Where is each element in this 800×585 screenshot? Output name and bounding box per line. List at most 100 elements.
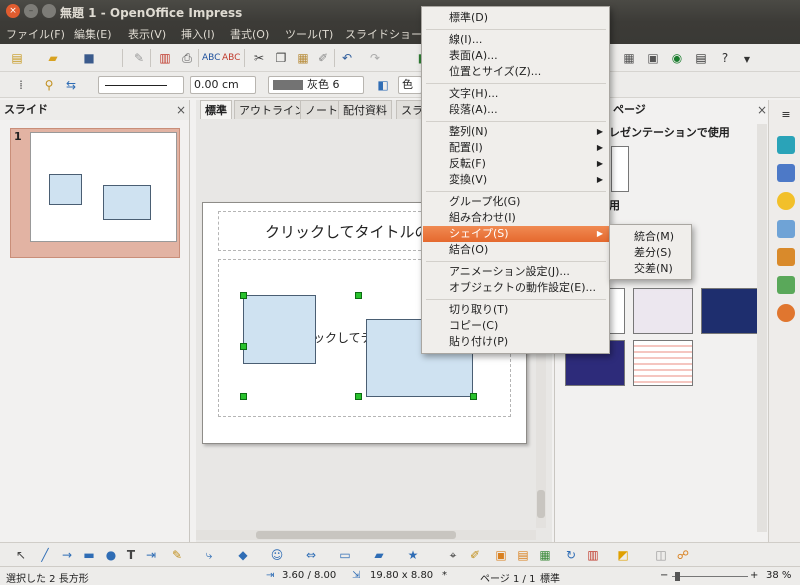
glue-points-icon[interactable]: ✐ bbox=[466, 546, 484, 564]
extrusion-icon[interactable]: ◫ bbox=[652, 546, 670, 564]
submenu-item-intersect[interactable]: 交差(N) bbox=[634, 260, 673, 276]
basic-shapes-icon[interactable]: ◆ bbox=[234, 546, 252, 564]
menu-edit[interactable]: 編集(E) bbox=[74, 26, 112, 42]
redo-icon[interactable]: ↷ bbox=[366, 49, 384, 67]
connectors-icon[interactable]: ⤷ bbox=[200, 546, 218, 564]
selection-handle[interactable] bbox=[355, 393, 362, 400]
ellipse-tool-icon[interactable]: ● bbox=[102, 546, 120, 564]
line-style-select[interactable] bbox=[98, 76, 184, 94]
submenu-item-subtract[interactable]: 差分(S) bbox=[634, 244, 672, 260]
gallery-sidebar-icon[interactable] bbox=[777, 276, 795, 294]
menu-item-cut[interactable]: 切り取り(T) bbox=[423, 302, 609, 318]
close-slides-panel-icon[interactable]: × bbox=[176, 103, 186, 117]
area-style-select[interactable]: 色 bbox=[398, 76, 422, 94]
menu-item-paste[interactable]: 貼り付け(P) bbox=[423, 334, 609, 350]
toolbar-overflow-icon[interactable]: ▼ bbox=[738, 51, 756, 69]
master-panel-scrollbar[interactable] bbox=[757, 124, 767, 532]
menu-item-flip[interactable]: 反転(F) ▶ bbox=[423, 156, 609, 172]
navigator-sidebar-icon[interactable] bbox=[777, 304, 795, 322]
rectangle-tool-icon[interactable]: ▬ bbox=[80, 546, 98, 564]
block-arrows-icon[interactable]: ⇔ bbox=[302, 546, 320, 564]
zoom-in-button[interactable]: + bbox=[750, 570, 758, 581]
alignment-icon[interactable]: ▥ bbox=[584, 546, 602, 564]
selection-handle[interactable] bbox=[240, 292, 247, 299]
copy-icon[interactable]: ❐ bbox=[272, 49, 290, 67]
vertical-scroll-thumb[interactable] bbox=[537, 490, 545, 518]
menu-item-interaction[interactable]: オブジェクトの動作設定(E)... bbox=[423, 280, 609, 296]
zoom-slider[interactable] bbox=[672, 572, 748, 581]
menu-item-copy[interactable]: コピー(C) bbox=[423, 318, 609, 334]
arrow-line-tool-icon[interactable]: → bbox=[58, 546, 76, 564]
new-document-icon[interactable]: ▤ bbox=[8, 49, 26, 67]
gallery-toggle-icon[interactable]: ▦ bbox=[536, 546, 554, 564]
interaction-icon[interactable]: ☍ bbox=[674, 546, 692, 564]
tab-normal[interactable]: 標準 bbox=[200, 100, 232, 119]
arrow-style-icon[interactable]: ⇆ bbox=[62, 76, 80, 94]
points-icon[interactable]: ⌖ bbox=[444, 546, 462, 564]
stars-icon[interactable]: ★ bbox=[404, 546, 422, 564]
navigator-icon[interactable]: ◉ bbox=[668, 49, 686, 67]
slide-thumbnail[interactable] bbox=[30, 132, 177, 242]
menu-insert[interactable]: 挿入(I) bbox=[181, 26, 215, 42]
sidebar-menu-icon[interactable]: ≡ bbox=[777, 106, 795, 124]
flowchart-icon[interactable]: ▭ bbox=[336, 546, 354, 564]
menu-item-shapes[interactable]: シェイプ(S) ▶ bbox=[423, 226, 609, 242]
selection-handle[interactable] bbox=[355, 292, 362, 299]
print-icon[interactable]: ⎙ bbox=[178, 49, 196, 67]
line-color-select[interactable]: 灰色 6 bbox=[268, 76, 364, 94]
master-thumbnail-lavender[interactable] bbox=[633, 288, 693, 334]
select-arrow-icon[interactable]: ↖ bbox=[12, 546, 30, 564]
menu-format[interactable]: 書式(O) bbox=[230, 26, 269, 42]
menu-item-alignment[interactable]: 配置(I) ▶ bbox=[423, 140, 609, 156]
menu-item-default[interactable]: 標準(D) bbox=[423, 10, 609, 26]
tab-notes[interactable]: ノート bbox=[300, 100, 343, 119]
status-zoom[interactable]: 38 % bbox=[766, 570, 791, 581]
arrange-icon[interactable]: ◩ bbox=[614, 546, 632, 564]
menu-item-arrange[interactable]: 整列(N) ▶ bbox=[423, 124, 609, 140]
line-tool-icon[interactable]: ╱ bbox=[36, 546, 54, 564]
menu-file[interactable]: ファイル(F) bbox=[6, 26, 65, 42]
undo-icon[interactable]: ↶ bbox=[338, 49, 356, 67]
horizontal-scrollbar[interactable] bbox=[196, 530, 536, 540]
minimize-window-icon[interactable]: – bbox=[24, 4, 38, 18]
menu-item-combine[interactable]: 組み合わせ(I) bbox=[423, 210, 609, 226]
menu-tools[interactable]: ツール(T) bbox=[285, 26, 333, 42]
submenu-item-merge[interactable]: 統合(M) bbox=[634, 228, 674, 244]
gallery-icon[interactable]: ▤ bbox=[692, 49, 710, 67]
menu-item-line[interactable]: 線(I)... bbox=[423, 32, 609, 48]
area-fill-icon[interactable]: ◧ bbox=[374, 76, 392, 94]
line-width-field[interactable]: 0.00 cm bbox=[190, 76, 256, 94]
menu-item-position-size[interactable]: 位置とサイズ(Z)... bbox=[423, 64, 609, 80]
slideshow-icon[interactable]: ▣ bbox=[644, 49, 662, 67]
layouts-icon[interactable] bbox=[777, 164, 795, 182]
zoom-out-button[interactable]: − bbox=[660, 570, 668, 581]
menu-item-area[interactable]: 表面(A)... bbox=[423, 48, 609, 64]
clone-formatting-icon[interactable]: ✐ bbox=[314, 49, 332, 67]
master-thumbnail-blue[interactable] bbox=[701, 288, 761, 334]
text-tool-icon[interactable]: T bbox=[122, 546, 140, 564]
maximize-window-icon[interactable] bbox=[42, 4, 56, 18]
rotate-icon[interactable]: ↻ bbox=[562, 546, 580, 564]
rectangle-shape-1[interactable] bbox=[243, 295, 316, 364]
symbol-shapes-icon[interactable]: ☺ bbox=[268, 546, 286, 564]
paste-icon[interactable]: ▦ bbox=[294, 49, 312, 67]
slide-transition-icon[interactable] bbox=[777, 220, 795, 238]
styles-icon[interactable] bbox=[777, 248, 795, 266]
properties-icon[interactable] bbox=[777, 136, 795, 154]
zoom-slider-thumb[interactable] bbox=[675, 572, 680, 581]
close-master-pages-icon[interactable]: × bbox=[757, 103, 767, 117]
menu-item-paragraph[interactable]: 段落(A)... bbox=[423, 102, 609, 118]
table-icon[interactable]: ▦ bbox=[620, 49, 638, 67]
selection-handle[interactable] bbox=[470, 393, 477, 400]
save-icon[interactable]: ■ bbox=[80, 49, 98, 67]
cut-icon[interactable]: ✂ bbox=[250, 49, 268, 67]
menu-item-group[interactable]: グループ化(G) bbox=[423, 194, 609, 210]
edit-file-icon[interactable]: ✎ bbox=[130, 49, 148, 67]
selection-handle[interactable] bbox=[240, 343, 247, 350]
fontwork-icon[interactable]: ▣ bbox=[492, 546, 510, 564]
horizontal-scroll-thumb[interactable] bbox=[256, 531, 456, 539]
master-used-thumbnail[interactable] bbox=[611, 146, 629, 192]
selection-handle[interactable] bbox=[240, 393, 247, 400]
tab-handouts[interactable]: 配付資料 bbox=[338, 100, 392, 119]
spellcheck-icon[interactable]: ABC bbox=[202, 49, 220, 67]
